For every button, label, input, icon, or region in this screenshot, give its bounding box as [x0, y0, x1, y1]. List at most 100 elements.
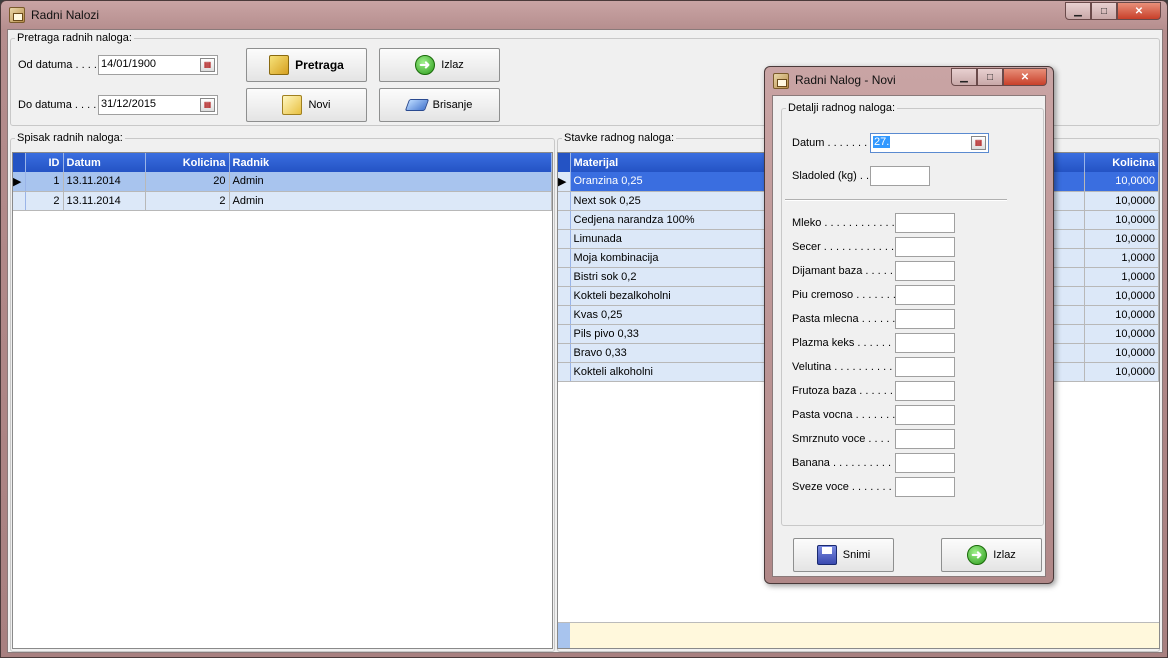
field-input[interactable]: [895, 477, 955, 497]
eraser-icon: [404, 99, 429, 111]
col-id[interactable]: ID: [25, 153, 64, 172]
col-datum[interactable]: Datum: [63, 153, 146, 172]
row-indicator: [558, 286, 571, 306]
field-input[interactable]: [895, 453, 955, 473]
minimize-button[interactable]: ▁: [1065, 2, 1091, 20]
cell-kolicina: 10,0000: [1084, 286, 1159, 306]
window-title: Radni Nalozi: [31, 8, 100, 22]
search-icon: [269, 55, 290, 75]
divider: [785, 199, 1007, 201]
snimi-label: Snimi: [842, 549, 871, 561]
new-order-dialog: Radni Nalog - Novi ▁ □ ✕ Detalji radnog …: [764, 66, 1054, 584]
current-row-indicator: ▶: [558, 172, 571, 192]
field-input[interactable]: [895, 285, 955, 305]
field-label: Velutina . . . . . . . . . .: [792, 361, 893, 373]
row-indicator-header: [13, 153, 26, 172]
current-row-indicator: ▶: [13, 172, 26, 192]
field-input[interactable]: [895, 381, 955, 401]
calendar-icon[interactable]: ▦: [200, 98, 215, 112]
snimi-button[interactable]: Snimi: [793, 538, 894, 572]
do-datuma-value: 31/12/2015: [101, 98, 157, 110]
dialog-title-bar[interactable]: Radni Nalog - Novi ▁ □ ✕: [765, 67, 1053, 93]
datum-field[interactable]: 27. ▦: [870, 133, 989, 153]
field-input[interactable]: [895, 213, 955, 233]
col-kolicina[interactable]: Kolicina: [145, 153, 230, 172]
cell-id: 1: [25, 172, 64, 192]
field-input[interactable]: [895, 357, 955, 377]
row-indicator: [558, 362, 571, 382]
dialog-close-button[interactable]: ✕: [1003, 68, 1047, 86]
cell-radnik: Admin: [229, 172, 552, 192]
items-legend: Stavke radnog naloga:: [564, 132, 675, 144]
col-radnik[interactable]: Radnik: [229, 153, 552, 172]
field-label: Piu cremoso . . . . . . .: [792, 289, 896, 301]
cell-kolicina: 10,0000: [1084, 305, 1159, 325]
cell-kolicina: 10,0000: [1084, 191, 1159, 211]
row-indicator: [558, 229, 571, 249]
exit-arrow-icon: [415, 55, 436, 75]
cell-kolicina: 10,0000: [1084, 229, 1159, 249]
row-indicator: [558, 324, 571, 344]
do-datuma-label: Do datuma . . . . .: [18, 99, 103, 111]
field-input[interactable]: [895, 261, 955, 281]
dialog-izlaz-label: Izlaz: [993, 549, 1016, 561]
field-label: Sveze voce . . . . . . .: [792, 481, 892, 493]
novi-button[interactable]: Novi: [246, 88, 367, 122]
pretraga-button[interactable]: Pretraga: [246, 48, 367, 82]
dialog-maximize-button[interactable]: □: [977, 68, 1003, 86]
field-input[interactable]: [895, 429, 955, 449]
dialog-title: Radni Nalog - Novi: [795, 73, 896, 87]
calendar-icon[interactable]: ▦: [200, 58, 215, 72]
cell-kolicina: 10,0000: [1084, 343, 1159, 363]
field-label: Pasta mlecna . . . . . .: [792, 313, 896, 325]
table-row[interactable]: ▶ 1 13.11.2014 20 Admin: [13, 172, 552, 192]
brisanje-label: Brisanje: [432, 99, 473, 111]
table-row[interactable]: 2 13.11.2014 2 Admin: [13, 191, 552, 211]
details-legend: Detalji radnog naloga:: [788, 102, 896, 114]
sladoled-label: Sladoled (kg) . .: [792, 170, 870, 182]
app-icon: [9, 7, 25, 23]
field-label: Plazma keks . . . . . . .: [792, 337, 898, 349]
exit-arrow-icon: [967, 545, 988, 565]
cell-kolicina: 1,0000: [1084, 248, 1159, 268]
row-indicator: [558, 267, 571, 287]
field-input[interactable]: [895, 405, 955, 425]
izlaz-button[interactable]: Izlaz: [379, 48, 500, 82]
cell-kolicina: 2: [145, 191, 230, 211]
izlaz-label: Izlaz: [441, 59, 464, 71]
cell-kolicina: 10,0000: [1084, 362, 1159, 382]
dialog-izlaz-button[interactable]: Izlaz: [941, 538, 1042, 572]
row-indicator: [558, 210, 571, 230]
floppy-disk-icon: [816, 545, 837, 565]
od-datuma-value: 14/01/1900: [101, 58, 157, 70]
novi-label: Novi: [308, 99, 331, 111]
sladoled-input[interactable]: [870, 166, 930, 186]
dialog-app-icon: [773, 73, 789, 89]
col-kolicina[interactable]: Kolicina: [1084, 153, 1159, 172]
od-datuma-field[interactable]: 14/01/1900 ▦: [98, 55, 218, 75]
datum-value: 27.: [873, 136, 891, 148]
row-indicator: [13, 191, 26, 211]
title-bar[interactable]: Radni Nalozi ▁ □ ✕: [1, 1, 1167, 29]
brisanje-button[interactable]: Brisanje: [379, 88, 500, 122]
cell-kolicina: 20: [145, 172, 230, 192]
field-label: Mleko . . . . . . . . . . . .: [792, 217, 895, 229]
maximize-button[interactable]: □: [1091, 2, 1117, 20]
do-datuma-field[interactable]: 31/12/2015 ▦: [98, 95, 218, 115]
dialog-client: Detalji radnog naloga: Datum . . . . . .…: [772, 95, 1046, 577]
new-document-icon: [282, 95, 303, 115]
calendar-icon[interactable]: ▦: [971, 136, 986, 150]
dialog-minimize-button[interactable]: ▁: [951, 68, 977, 86]
detail-footer: [558, 622, 1159, 648]
row-indicator: [558, 248, 571, 268]
field-input[interactable]: [895, 309, 955, 329]
field-label: Banana . . . . . . . . . .: [792, 457, 892, 469]
field-input[interactable]: [895, 237, 955, 257]
field-input[interactable]: [895, 333, 955, 353]
cell-kolicina: 10,0000: [1084, 324, 1159, 344]
cell-kolicina: 10,0000: [1084, 210, 1159, 230]
orders-grid[interactable]: ID Datum Kolicina Radnik ▶ 1 13.11.2014 …: [12, 152, 553, 649]
od-datuma-label: Od datuma . . . . .: [18, 59, 103, 71]
close-button[interactable]: ✕: [1117, 2, 1161, 20]
cell-datum: 13.11.2014: [63, 172, 146, 192]
